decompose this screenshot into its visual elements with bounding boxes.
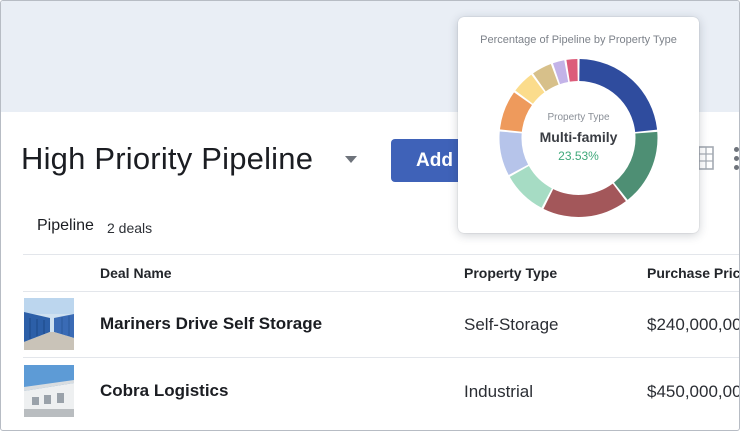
donut-slice-3[interactable]	[543, 183, 626, 217]
app-frame: High Priority Pipeline Add Pipeline 2 de…	[0, 0, 740, 431]
purchase-price-cell: $240,000,000	[647, 315, 739, 334]
more-dot	[734, 156, 739, 161]
more-dot	[734, 165, 739, 170]
page-title: High Priority Pipeline	[21, 141, 314, 176]
industrial-photo	[24, 365, 74, 417]
grid-view-icon-glyph	[698, 146, 714, 170]
property-type-cell: Self-Storage	[464, 315, 559, 334]
self-storage-photo	[24, 298, 74, 350]
pipeline-chart-popover: Percentage of Pipeline by Property Type …	[458, 17, 699, 233]
donut-chart	[499, 59, 658, 217]
more-dot	[734, 147, 739, 152]
donut-slice-4[interactable]	[509, 166, 552, 208]
row-rule	[23, 357, 739, 358]
table-top-rule	[23, 254, 739, 255]
deal-thumbnail-self-storage[interactable]	[24, 298, 74, 350]
chevron-down-icon[interactable]	[345, 156, 357, 163]
donut-slice-10[interactable]	[566, 59, 578, 82]
header-rule	[23, 291, 739, 292]
column-header-property-type[interactable]: Property Type	[464, 265, 557, 281]
column-header-purchase-price[interactable]: Purchase Pric	[647, 265, 739, 281]
deal-name-link[interactable]: Mariners Drive Self Storage	[100, 314, 322, 334]
column-header-deal-name[interactable]: Deal Name	[100, 265, 172, 281]
center-category-label: Property Type	[547, 112, 610, 123]
deal-name-link[interactable]: Cobra Logistics	[100, 381, 228, 401]
deal-count: 2 deals	[107, 220, 153, 236]
grid-view-icon[interactable]	[696, 145, 716, 171]
purchase-price-cell: $450,000,000	[647, 382, 739, 401]
property-type-cell: Industrial	[464, 382, 533, 401]
more-vertical-icon[interactable]	[734, 147, 739, 171]
center-slice-percent: 23.53%	[558, 149, 599, 163]
section-label: Pipeline	[37, 217, 94, 234]
deal-thumbnail-industrial[interactable]	[24, 365, 74, 417]
center-slice-name: Multi-family	[539, 129, 618, 145]
